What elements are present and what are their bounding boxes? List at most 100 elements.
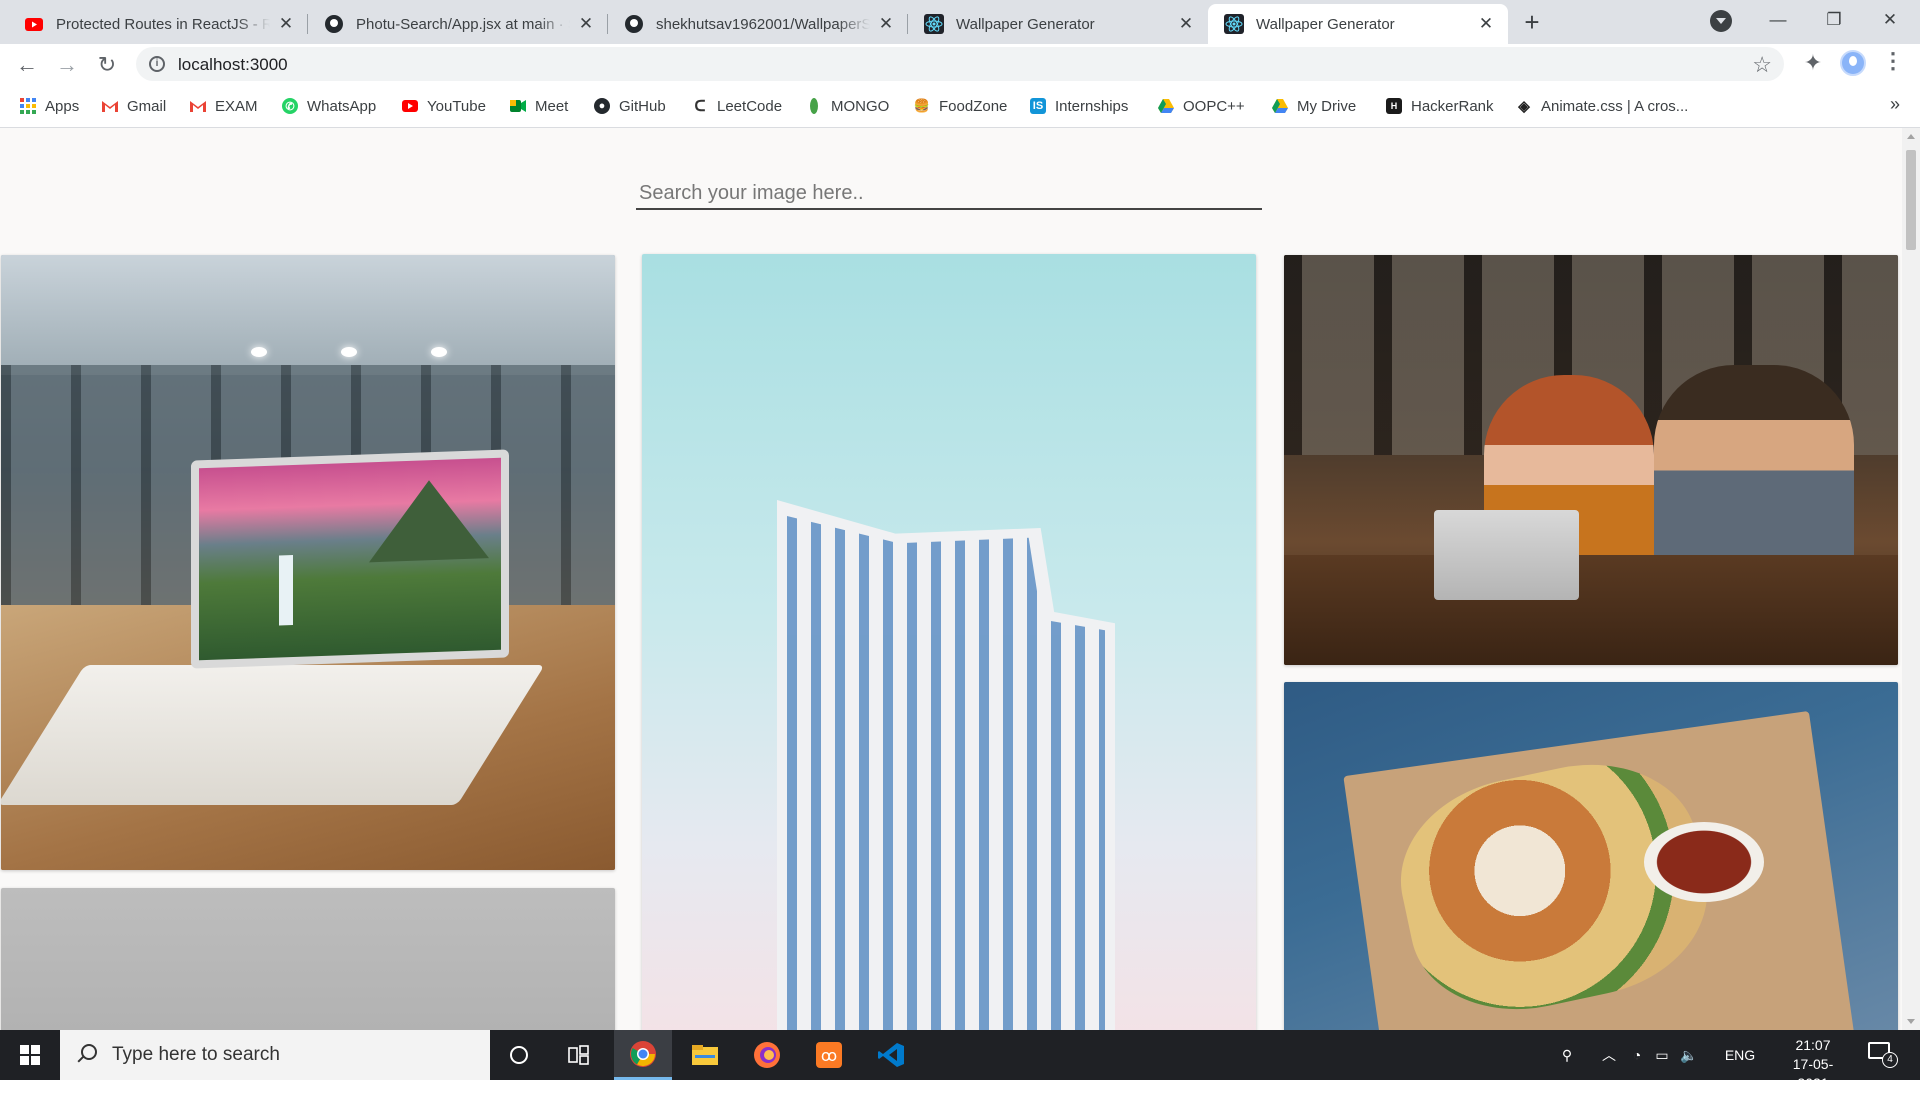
scrollbar-thumb[interactable] [1906, 150, 1916, 250]
google-drive-icon [1272, 98, 1288, 114]
bookmark-animate-css[interactable]: ◈ Animate.css | A cros... [1516, 95, 1688, 117]
github-icon [624, 14, 644, 34]
bookmark-label: My Drive [1297, 97, 1357, 115]
taskbar-search-box[interactable]: Type here to search [60, 1030, 490, 1080]
action-center-icon[interactable]: 4 [1868, 1042, 1898, 1068]
reload-icon[interactable]: ↻ [90, 48, 124, 82]
tab-wallpaper-generator-active[interactable]: Wallpaper Generator ✕ [1208, 4, 1508, 44]
close-tab-icon[interactable]: ✕ [276, 14, 296, 34]
whatsapp-icon: ✆ [282, 98, 298, 114]
tab-search-icon[interactable] [1710, 10, 1732, 32]
bookmarks-overflow-chevron[interactable]: » [1890, 94, 1900, 115]
image-card-laptop[interactable] [1, 255, 615, 870]
close-window-button[interactable]: ✕ [1862, 0, 1918, 40]
site-info-icon[interactable]: i [149, 56, 165, 72]
battery-icon[interactable]: ▭ [1650, 1030, 1674, 1080]
bookmark-internships[interactable]: IS Internships [1030, 95, 1128, 117]
image-search-input[interactable] [636, 178, 1262, 210]
task-view-icon[interactable] [550, 1030, 608, 1080]
image-card-building[interactable] [642, 254, 1256, 1030]
apps-grid-icon [20, 98, 36, 114]
animate-css-icon: ◈ [1518, 98, 1530, 115]
bookmark-oopc[interactable]: OOPC++ [1158, 95, 1245, 117]
bookmark-meet[interactable]: Meet [510, 95, 568, 117]
page-content [0, 128, 1902, 1030]
new-tab-button[interactable]: + [1518, 9, 1546, 37]
bookmark-label: MONGO [831, 97, 890, 115]
tab-wallpaper-generator[interactable]: Wallpaper Generator ✕ [908, 4, 1208, 44]
svg-text:ꝏ: ꝏ [821, 1046, 837, 1065]
youtube-icon [402, 98, 418, 114]
restore-button[interactable]: ❐ [1806, 0, 1862, 40]
bookmark-label: GitHub [619, 97, 666, 115]
bookmark-star-icon[interactable]: ☆ [1752, 52, 1772, 78]
tab-title: Wallpaper Generator [1256, 15, 1395, 33]
language-indicator[interactable]: ENG [1718, 1030, 1762, 1080]
bookmark-gmail[interactable]: Gmail [102, 95, 166, 117]
bookmark-label: Apps [45, 97, 80, 115]
extensions-puzzle-icon[interactable]: ✦ [1800, 50, 1826, 76]
bookmark-label: WhatsApp [307, 97, 377, 115]
windows-logo-icon [20, 1045, 40, 1065]
show-hidden-icons-chevron[interactable]: ︿ [1596, 1030, 1622, 1080]
bookmark-leetcode[interactable]: ᑕ LeetCode [692, 95, 783, 117]
bookmark-label: OOPC++ [1183, 97, 1245, 115]
bookmark-github[interactable]: ● GitHub [594, 95, 666, 117]
bookmark-apps[interactable]: Apps [20, 95, 79, 117]
address-bar[interactable]: i localhost:3000 ☆ [136, 47, 1784, 81]
clock-time: 21:07 [1795, 1037, 1831, 1053]
tab-title: Protected Routes in ReactJS - React [56, 15, 270, 33]
bookmark-label: Animate.css | A cros... [1541, 97, 1689, 115]
tab-photu-search[interactable]: Photu-Search/App.jsx at main · Sh ✕ [308, 4, 608, 44]
xampp-icon[interactable]: ꝏ [800, 1030, 858, 1080]
bookmark-youtube[interactable]: YouTube [402, 95, 486, 117]
vscode-icon[interactable] [862, 1030, 920, 1080]
profile-avatar[interactable] [1840, 50, 1866, 76]
page-scrollbar[interactable] [1902, 128, 1920, 1030]
system-clock[interactable]: 21:07 17-05-2021 [1778, 1036, 1848, 1093]
internshala-icon: IS [1030, 98, 1046, 114]
image-card-nachos[interactable] [1284, 682, 1898, 1030]
image-card-grey[interactable] [1, 888, 615, 1030]
file-explorer-icon[interactable] [676, 1030, 734, 1080]
mongodb-leaf-icon [806, 98, 822, 114]
cortana-icon[interactable] [490, 1030, 548, 1080]
tab-protected-routes[interactable]: Protected Routes in ReactJS - React ✕ [8, 4, 308, 44]
close-tab-icon[interactable]: ✕ [576, 14, 596, 34]
windows-taskbar: Type here to search ꝏ ⚲ ︿ ◔ ▭ 🔈 ENG 21:0… [0, 1030, 1920, 1091]
bookmark-label: HackerRank [1411, 97, 1494, 115]
people-icon[interactable]: ⚲ [1552, 1030, 1582, 1080]
firefox-icon[interactable] [738, 1030, 796, 1080]
minimize-button[interactable]: — [1750, 0, 1806, 40]
bookmark-label: Gmail [127, 97, 167, 115]
bookmark-hackerrank[interactable]: H HackerRank [1386, 95, 1494, 117]
search-icon [74, 1042, 100, 1068]
bookmark-my-drive[interactable]: My Drive [1272, 95, 1356, 117]
scroll-up-arrow-icon[interactable] [1907, 134, 1915, 139]
tab-wallpaper-repo[interactable]: shekhutsav1962001/WallpaperSe ✕ [608, 4, 908, 44]
bookmark-label: Meet [535, 97, 569, 115]
bookmark-exam[interactable]: EXAM [190, 95, 258, 117]
bookmark-foodzone[interactable]: 🍔 FoodZone [914, 95, 1007, 117]
close-tab-icon[interactable]: ✕ [1176, 14, 1196, 34]
bookmark-label: FoodZone [939, 97, 1008, 115]
back-arrow-icon[interactable]: ← [10, 48, 44, 82]
forward-arrow-icon[interactable]: → [50, 48, 84, 82]
chrome-icon[interactable] [614, 1030, 672, 1080]
bookmark-mongo[interactable]: MONGO [806, 95, 889, 117]
react-icon [924, 14, 944, 34]
youtube-icon [24, 14, 44, 34]
volume-icon[interactable]: 🔈 [1676, 1030, 1702, 1080]
scroll-down-arrow-icon[interactable] [1907, 1019, 1915, 1024]
close-tab-icon[interactable]: ✕ [1476, 14, 1496, 34]
browser-menu-icon[interactable]: ⋮ [1880, 48, 1906, 78]
github-icon: ● [594, 98, 610, 114]
clock-date: 17-05-2021 [1792, 1056, 1834, 1091]
close-tab-icon[interactable]: ✕ [876, 14, 896, 34]
image-card-cafe[interactable] [1284, 255, 1898, 665]
wifi-icon[interactable]: ◔ [1626, 1030, 1648, 1080]
url-text[interactable]: localhost:3000 [178, 55, 288, 75]
bookmark-whatsapp[interactable]: ✆ WhatsApp [282, 95, 376, 117]
start-button[interactable] [0, 1030, 60, 1080]
react-icon [1224, 14, 1244, 34]
